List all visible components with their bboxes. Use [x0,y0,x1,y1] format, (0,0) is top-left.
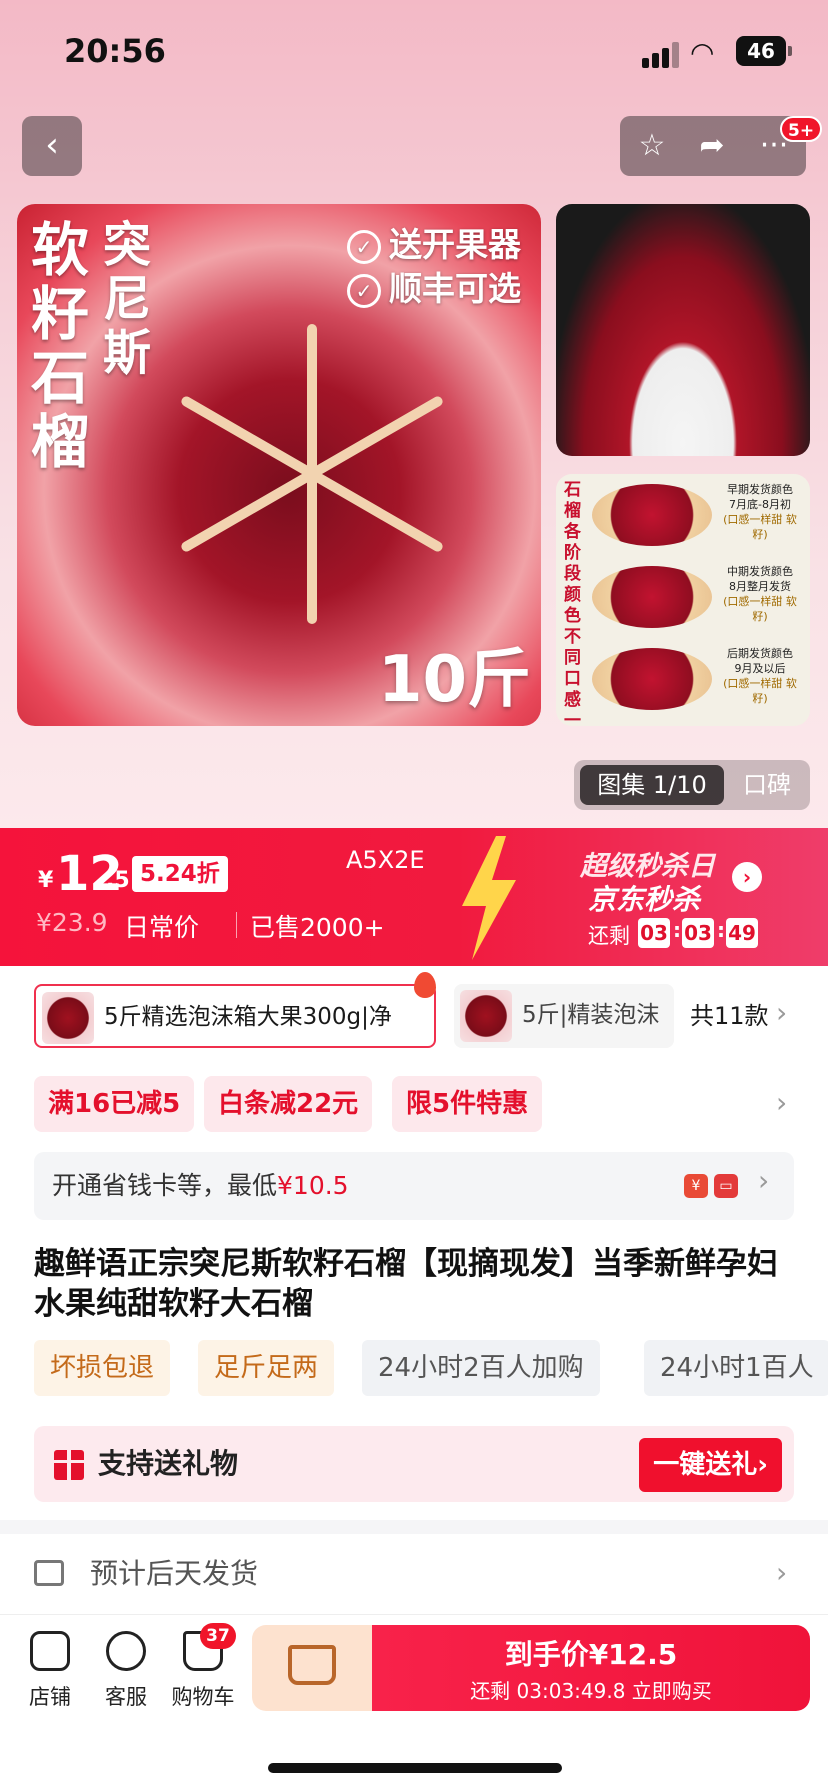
coupon-chip[interactable]: 满16已减5 [34,1076,195,1132]
customer-service-button[interactable]: 客服 [90,1631,162,1711]
ripeness-row: 早期发货颜色 7月底-8月初 (口感一样甜 软籽) [592,478,802,552]
wifi-icon: ◠ [690,36,715,69]
service-tag: 足斤足两 [198,1340,335,1396]
back-button[interactable]: ‹ [22,116,82,176]
side-image-2[interactable]: 石榴各阶段颜色不同口感一样纯甜 早期发货颜色7月底-8月初(口感一样甜 软籽) … [556,474,810,726]
variant-option[interactable]: 5斤|精装泡沫 [454,984,674,1048]
store-button[interactable]: 店铺 [14,1631,86,1711]
image-tag-2: ✓ 顺丰可选 [347,262,521,310]
service-tags: 坏损包退 足斤足两 24小时2百人加购 24小时1百人 [0,1340,828,1400]
status-bar: 20:56 ◠ 46 [0,0,828,100]
variant-selector: 5斤精选泡沫箱大果300g|净 5斤|精装泡沫 共11款 › [0,966,828,1066]
store-label: 店铺 [29,1685,71,1709]
check-circle-icon: ✓ [347,229,381,264]
gift-label: 支持送礼物 [98,1447,239,1480]
cart-label: 购物车 [171,1685,235,1709]
ripeness-row: 后期发货颜色 9月及以后 (口感一样甜 软籽) [592,642,802,716]
divider [236,912,237,938]
variant-thumbnail [460,990,512,1042]
add-to-cart-button[interactable] [252,1625,372,1711]
truck-icon [34,1560,64,1586]
cellular-signal-icon [642,40,682,68]
check-circle-icon: ✓ [347,273,381,308]
variant-thumbnail [42,992,94,1044]
image-subtitle-text: 突尼斯 [103,217,152,381]
variant-option-selected[interactable]: 5斤精选泡沫箱大果300g|净 [34,984,436,1048]
card-icon: ▭ [714,1174,738,1198]
chevron-right-icon[interactable]: › [776,1556,787,1589]
price-currency: ¥ [38,868,54,893]
share-icon[interactable]: ➦ [682,116,742,176]
service-label: 客服 [105,1685,147,1709]
side-vertical-text: 石榴各阶段颜色不同口感一样纯甜 [564,480,581,726]
favorite-star-icon[interactable]: ☆ [622,116,682,176]
coupon-icon: ¥ [684,1174,708,1198]
chevron-right-icon[interactable]: › [732,862,762,892]
image-title-text: 软籽石榴 [31,216,90,476]
price-decimal: .5 [106,868,130,893]
countdown-hours: 03 [638,918,670,948]
buy-countdown: 还剩 03:03:49.8 立即购买 [470,1679,712,1703]
coupon-chip[interactable]: 限5件特惠 [392,1076,543,1132]
gift-row: 支持送礼物 一键送礼› [34,1426,794,1502]
lightning-icon [462,836,516,960]
coupon-row[interactable]: 满16已减5 白条减22元 限5件特惠 › [0,1066,828,1150]
section-divider [0,1520,828,1534]
add-cart-icon [288,1645,336,1685]
home-indicator [268,1763,562,1773]
notification-badge: 5+ [780,116,823,142]
image-weight-text: 10斤 [377,643,531,717]
pomegranate-membrane [167,324,457,624]
countdown-minutes: 03 [682,918,714,948]
chevron-right-icon[interactable]: › [776,996,787,1029]
savings-text: 开通省钱卡等，最低¥10.5 [52,1171,349,1200]
original-price: ¥23.9 [36,908,108,937]
hot-fire-icon [414,972,436,998]
send-gift-button[interactable]: 一键送礼› [639,1438,782,1492]
tab-album[interactable]: 图集 1/10 [580,765,724,805]
shipping-row[interactable]: 预计后天发货 › [0,1534,828,1614]
flash-sale-brand[interactable]: 京东秒杀 [588,878,700,918]
image-tag-1: ✓ 送开果器 [347,218,521,266]
countdown-colon: : [717,918,725,942]
gallery-switch: 图集 1/10 口碑 [574,760,810,810]
main-product-image[interactable]: 软籽石榴 突尼斯 ✓ 送开果器 ✓ 顺丰可选 10斤 [17,204,541,726]
side-image-1[interactable] [556,204,810,456]
service-tag: 坏损包退 [34,1340,171,1396]
status-time: 20:56 [64,32,166,70]
buy-price: 到手价¥12.5 [504,1638,678,1671]
price-banner: ¥ 12 .5 5.24折 A5X2E ¥23.9 日常价 已售2000+ 超级… [0,828,828,966]
battery-icon: 46 [736,36,792,66]
action-toolbar: ☆ ➦ ··· [620,116,806,176]
promo-code: A5X2E [346,846,425,874]
countdown-colon: : [673,918,681,942]
countdown-seconds: 49 [726,918,758,948]
shipping-label: 预计后天发货 [90,1557,259,1590]
product-title: 趣鲜语正宗突尼斯软籽石榴【现摘现发】当季新鲜孕妇水果纯甜软籽大石榴 [34,1246,778,1322]
sold-count: 已售2000+ [250,913,385,942]
daily-price-label: 日常价 [124,913,200,942]
tab-reviews[interactable]: 口碑 [724,765,810,805]
gift-icon [54,1450,84,1480]
chat-face-icon [106,1631,146,1671]
buy-now-button[interactable]: 到手价¥12.5 还剩 03:03:49.8 立即购买 [372,1625,810,1711]
variant-count[interactable]: 共11款 [690,984,769,1048]
cart-count-badge: 37 [200,1623,236,1649]
ripeness-row: 中期发货颜色 8月整月发货 (口感一样甜 软籽) [592,560,802,634]
chevron-right-icon[interactable]: › [758,1164,769,1197]
coupon-chip[interactable]: 白条减22元 [204,1076,373,1132]
discount-badge: 5.24折 [132,856,228,892]
store-icon [30,1631,70,1671]
variant-label: 5斤精选泡沫箱大果300g|净 [104,1004,392,1030]
savings-card-row[interactable]: 开通省钱卡等，最低¥10.5 ¥ ▭ › [34,1152,794,1220]
countdown-label: 还剩 [588,924,630,948]
variant-label: 5斤|精装泡沫 [522,1002,660,1028]
chevron-right-icon[interactable]: › [776,1086,787,1119]
service-tag: 24小时1百人 [644,1340,828,1396]
service-tag: 24小时2百人加购 [362,1340,600,1396]
